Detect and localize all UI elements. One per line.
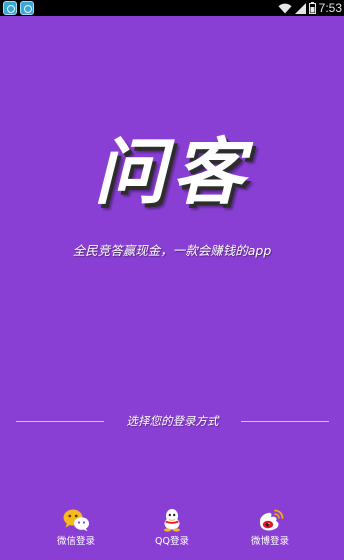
status-indicators: 7:53 <box>278 0 342 16</box>
weibo-login-label: 微博登录 <box>250 536 289 547</box>
app-slogan: 全民竞答赢现金，一款会赚钱的app <box>72 243 272 258</box>
login-options: 微信登录 QQ登录 微博登录 <box>0 508 344 554</box>
divider-line-left <box>16 421 104 422</box>
wechat-login-label: 微信登录 <box>56 536 95 547</box>
status-time: 7:53 <box>318 1 342 15</box>
app-notification-icon <box>3 1 17 15</box>
wifi-icon <box>278 3 292 13</box>
wechat-login-button[interactable]: 微信登录 <box>41 508 111 554</box>
login-prompt-label: 选择您的登录方式 <box>126 414 219 428</box>
battery-icon <box>308 2 316 14</box>
app-title-logo: 问客 <box>93 133 250 213</box>
login-prompt-divider: 选择您的登录方式 <box>16 412 329 430</box>
weibo-icon <box>259 509 284 531</box>
weibo-login-button[interactable]: 微博登录 <box>235 508 305 554</box>
qq-icon <box>164 509 180 532</box>
divider-line-right <box>241 421 329 422</box>
qq-login-button[interactable]: QQ登录 <box>137 508 207 554</box>
signal-icon <box>294 2 306 14</box>
status-bar: 7:53 <box>0 0 344 16</box>
app-notification-icon <box>20 1 34 15</box>
wechat-icon <box>63 509 89 532</box>
qq-login-label: QQ登录 <box>155 536 189 547</box>
